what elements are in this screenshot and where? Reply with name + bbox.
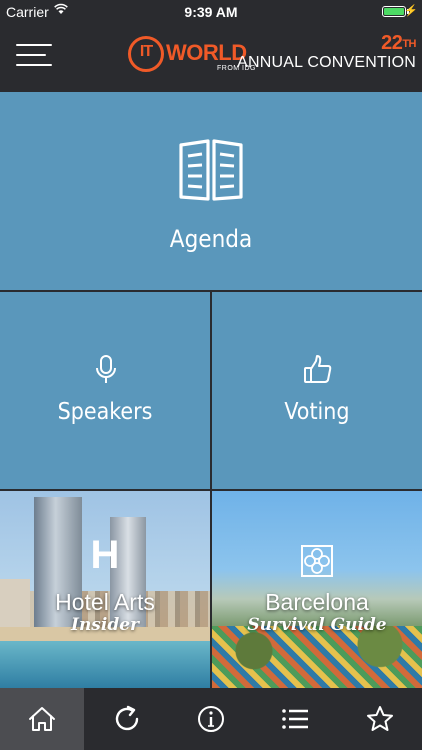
convention-text: ANNUAL CONVENTION [237,54,416,71]
hotel-overlay: H Hotel Arts Insider [0,491,210,688]
tab-home[interactable] [0,688,85,750]
menu-line [16,54,46,56]
charging-icon: ⚡ [404,5,418,17]
hotel-arts-tile[interactable]: H Hotel Arts Insider [0,491,210,688]
tab-favorites[interactable] [338,688,422,750]
menu-button[interactable] [16,44,52,68]
microphone-icon [96,355,116,383]
tab-refresh[interactable] [84,688,168,750]
hotel-subtitle: Insider [71,615,139,635]
voting-tile[interactable]: Voting [212,292,422,489]
barcelona-tile[interactable]: Barcelona Survival Guide [212,491,422,688]
status-bar: Carrier 9:39 AM ⚡ [0,0,422,24]
convention-number: 22 [381,32,403,54]
book-icon [179,139,243,201]
speakers-tile[interactable]: Speakers [0,292,210,489]
barcelona-overlay: Barcelona Survival Guide [212,491,422,688]
barcelona-title: Barcelona [265,589,369,615]
hotel-title: Hotel Arts [55,589,155,615]
agenda-label: Agenda [169,225,253,253]
menu-line [16,44,52,46]
barcelona-subtitle: Survival Guide [247,615,387,635]
battery-icon [382,6,406,17]
convention-badge: 22TH ANNUAL CONVENTION [237,32,416,72]
tile-ornament-icon [301,545,333,577]
tab-bar [0,688,422,750]
clock: 9:39 AM [184,4,238,20]
logo-it-text: IT [139,43,153,60]
thumbs-up-icon [304,355,332,383]
speakers-label: Speakers [57,399,153,425]
refresh-icon [115,705,138,731]
info-icon [198,706,225,732]
voting-label: Voting [284,399,350,425]
list-icon [282,709,309,729]
logo-world-text: WORLD [166,40,247,65]
star-icon [366,706,393,731]
app-header: IT WORLD FROM IDG 22TH ANNUAL CONVENTION [0,24,422,92]
menu-line [16,64,52,66]
convention-suffix: TH [402,38,416,50]
tab-list[interactable] [253,688,337,750]
home-icon [29,707,56,731]
tab-info[interactable] [169,688,253,750]
agenda-tile[interactable]: Agenda [0,92,422,290]
convention-number-line: 22TH [237,32,416,54]
hotel-badge: H [90,533,120,577]
